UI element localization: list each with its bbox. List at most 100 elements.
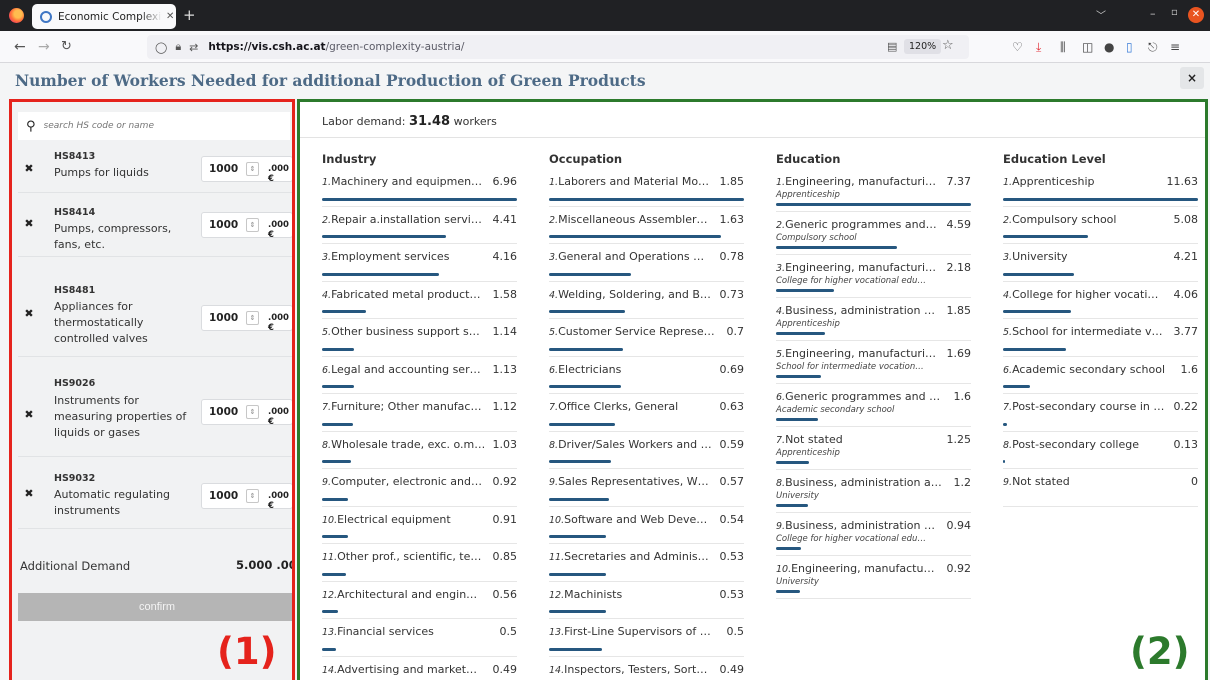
bookmark-star-icon[interactable]: ☆ — [942, 38, 954, 53]
tab-close-icon[interactable]: ✕ — [166, 11, 174, 22]
spinner-icon[interactable]: ⇕ — [246, 218, 259, 232]
breakdown-row[interactable]: 3.Employment services 4.16 — [322, 244, 517, 282]
breakdown-row[interactable]: 3.Engineering, manufacturi… College for h… — [776, 255, 971, 298]
breakdown-row[interactable]: 1.Machinery and equipmen… 6.96 — [322, 169, 517, 207]
breakdown-row[interactable]: 8.Driver/Sales Workers and … 0.59 — [549, 432, 744, 469]
quantity-stepper[interactable]: 1000 ⇕ .000 € — [201, 156, 292, 184]
breakdown-row[interactable]: 9.Business, administration … College for … — [776, 513, 971, 556]
row-sublabel: College for higher vocational edu… — [776, 534, 926, 544]
firefox-logo-icon[interactable] — [9, 8, 24, 23]
breakdown-row[interactable]: 1.Engineering, manufacturi… Apprenticeshi… — [776, 169, 971, 212]
url-text[interactable]: https://vis.csh.ac.at/green-complexity-a… — [208, 41, 464, 53]
close-button[interactable]: × — [1180, 67, 1204, 89]
spinner-icon[interactable]: ⇕ — [246, 311, 259, 325]
search-box[interactable]: ⚲ — [18, 112, 290, 140]
breakdown-row[interactable]: 6.Legal and accounting ser… 1.13 — [322, 357, 517, 394]
breakdown-row[interactable]: 2.Compulsory school 5.08 — [1003, 207, 1198, 244]
remove-product-icon[interactable]: ✖ — [18, 303, 40, 325]
breakdown-row[interactable]: 7.Office Clerks, General 0.63 — [549, 394, 744, 432]
quantity-value[interactable]: 1000 — [209, 163, 238, 175]
reload-icon[interactable]: ↻ — [61, 39, 72, 54]
remove-product-icon[interactable]: ✖ — [18, 404, 40, 426]
confirm-button[interactable]: confirm — [18, 593, 292, 621]
remove-product-icon[interactable]: ✖ — [18, 158, 40, 180]
download-icon[interactable]: ⤓ — [1036, 40, 1041, 55]
breakdown-row[interactable]: 9.Not stated 0 — [1003, 469, 1198, 507]
pocket-icon[interactable]: ♡ — [1012, 40, 1023, 54]
spinner-icon[interactable]: ⇕ — [246, 162, 259, 176]
breakdown-row[interactable]: 8.Business, administration a… University 1… — [776, 470, 971, 513]
breakdown-row[interactable]: 6.Academic secondary school 1.6 — [1003, 357, 1198, 394]
quantity-stepper[interactable]: 1000 ⇕ .000 € — [201, 399, 292, 427]
shield-icon[interactable]: ◯ — [155, 41, 167, 54]
breakdown-row[interactable]: 12.Machinists 0.53 — [549, 582, 744, 619]
tab-list-chevron-icon[interactable]: ﹀ — [1096, 7, 1106, 22]
breakdown-row[interactable]: 4.Business, administration … Apprenticesh… — [776, 298, 971, 341]
breakdown-row[interactable]: 5.Engineering, manufacturi… School for in… — [776, 341, 971, 384]
breakdown-row[interactable]: 13.Financial services 0.5 — [322, 619, 517, 657]
quantity-stepper[interactable]: 1000 ⇕ .000 € — [201, 483, 292, 511]
spinner-icon[interactable]: ⇕ — [246, 405, 259, 419]
breakdown-row[interactable]: 2.Generic programmes and… Compulsory scho… — [776, 212, 971, 255]
library-icon[interactable]: ⫼ — [1060, 40, 1066, 55]
window-minimize-icon[interactable]: – — [1150, 7, 1156, 20]
breakdown-row[interactable]: 2.Miscellaneous Assembler… 1.63 — [549, 207, 744, 244]
breakdown-row[interactable]: 4.College for higher vocati… 4.06 — [1003, 282, 1198, 319]
spinner-icon[interactable]: ⇕ — [246, 489, 259, 503]
back-arrow-icon[interactable]: ← — [14, 39, 26, 55]
lock-icon[interactable]: 🔒︎ — [175, 40, 181, 54]
breakdown-row[interactable]: 9.Sales Representatives, W… 0.57 — [549, 469, 744, 507]
document-icon[interactable]: ▯ — [1126, 40, 1133, 54]
breakdown-row[interactable]: 13.First-Line Supervisors of … 0.5 — [549, 619, 744, 657]
breakdown-row[interactable]: 7.Not stated Apprenticeship 1.25 — [776, 427, 971, 470]
breakdown-row[interactable]: 1.Laborers and Material Mo… 1.85 — [549, 169, 744, 207]
breakdown-row[interactable]: 10.Software and Web Deve… 0.54 — [549, 507, 744, 544]
browser-tab[interactable]: Economic Complexity and ✕ — [32, 4, 176, 29]
url-bar[interactable]: ◯ 🔒︎ ⇄ https://vis.csh.ac.at/green-compl… — [147, 35, 969, 59]
quantity-value[interactable]: 1000 — [209, 219, 238, 231]
breakdown-row[interactable]: 8.Post-secondary college 0.13 — [1003, 432, 1198, 469]
breakdown-row[interactable]: 3.General and Operations … 0.78 — [549, 244, 744, 282]
new-tab-icon[interactable]: + — [183, 6, 196, 24]
forward-arrow-icon[interactable]: → — [38, 39, 50, 55]
breakdown-row[interactable]: 2.Repair a.installation servi… 4.41 — [322, 207, 517, 244]
breakdown-row[interactable]: 7.Furniture; Other manufac… 1.12 — [322, 394, 517, 432]
breakdown-row[interactable]: 5.Other business support s… 1.14 — [322, 319, 517, 357]
breakdown-row[interactable]: 8.Wholesale trade, exc. o.m… 1.03 — [322, 432, 517, 469]
breakdown-row[interactable]: 12.Architectural and engin… 0.56 — [322, 582, 517, 619]
breakdown-row[interactable]: 9.Computer, electronic and… 0.92 — [322, 469, 517, 507]
reader-view-icon[interactable]: ▤ — [887, 40, 897, 53]
permissions-icon[interactable]: ⇄ — [189, 41, 198, 54]
breakdown-row[interactable]: 5.Customer Service Represe… 0.7 — [549, 319, 744, 357]
remove-product-icon[interactable]: ✖ — [18, 213, 40, 235]
quantity-stepper[interactable]: 1000 ⇕ .000 € — [201, 305, 292, 333]
window-close-icon[interactable]: ✕ — [1188, 7, 1204, 23]
quantity-stepper[interactable]: 1000 ⇕ .000 € — [201, 212, 292, 240]
quantity-value[interactable]: 1000 — [209, 312, 238, 324]
breakdown-row[interactable]: 4.Fabricated metal product… 1.58 — [322, 282, 517, 319]
breakdown-row[interactable]: 6.Electricians 0.69 — [549, 357, 744, 394]
quantity-value[interactable]: 1000 — [209, 406, 238, 418]
row-label: 10.Software and Web Deve… — [549, 512, 708, 526]
breakdown-row[interactable]: 4.Welding, Soldering, and B… 0.73 — [549, 282, 744, 319]
app-menu-icon[interactable]: ≡ — [1170, 40, 1180, 54]
breakdown-row[interactable]: 6.Generic programmes and … Academic secon… — [776, 384, 971, 427]
breakdown-row[interactable]: 5.School for intermediate v… 3.77 — [1003, 319, 1198, 357]
remove-product-icon[interactable]: ✖ — [18, 483, 40, 505]
breakdown-row[interactable]: 11.Secretaries and Adminis… 0.53 — [549, 544, 744, 582]
breakdown-row[interactable]: 11.Other prof., scientific, te… 0.85 — [322, 544, 517, 582]
zoom-level[interactable]: 120% — [904, 39, 942, 54]
sidebar-icon[interactable]: ◫ — [1082, 40, 1093, 54]
breakdown-row[interactable]: 10.Electrical equipment 0.91 — [322, 507, 517, 544]
quantity-value[interactable]: 1000 — [209, 490, 238, 502]
search-input[interactable] — [43, 121, 274, 131]
breakdown-row[interactable]: 14.Inspectors, Testers, Sort… 0.49 — [549, 657, 744, 680]
extension-icon[interactable]: ● — [1104, 40, 1114, 54]
breakdown-row[interactable]: 3.University 4.21 — [1003, 244, 1198, 282]
window-maximize-icon[interactable]: ▫ — [1171, 7, 1178, 18]
breakdown-row[interactable]: 10.Engineering, manufactu… University 0.92 — [776, 556, 971, 599]
breakdown-row[interactable]: 1.Apprenticeship 11.63 — [1003, 169, 1198, 207]
breakdown-row[interactable]: 14.Advertising and market… 0.49 — [322, 657, 517, 680]
share-icon[interactable]: ⎋ — [1148, 40, 1158, 55]
breakdown-row[interactable]: 7.Post-secondary course in … 0.22 — [1003, 394, 1198, 432]
